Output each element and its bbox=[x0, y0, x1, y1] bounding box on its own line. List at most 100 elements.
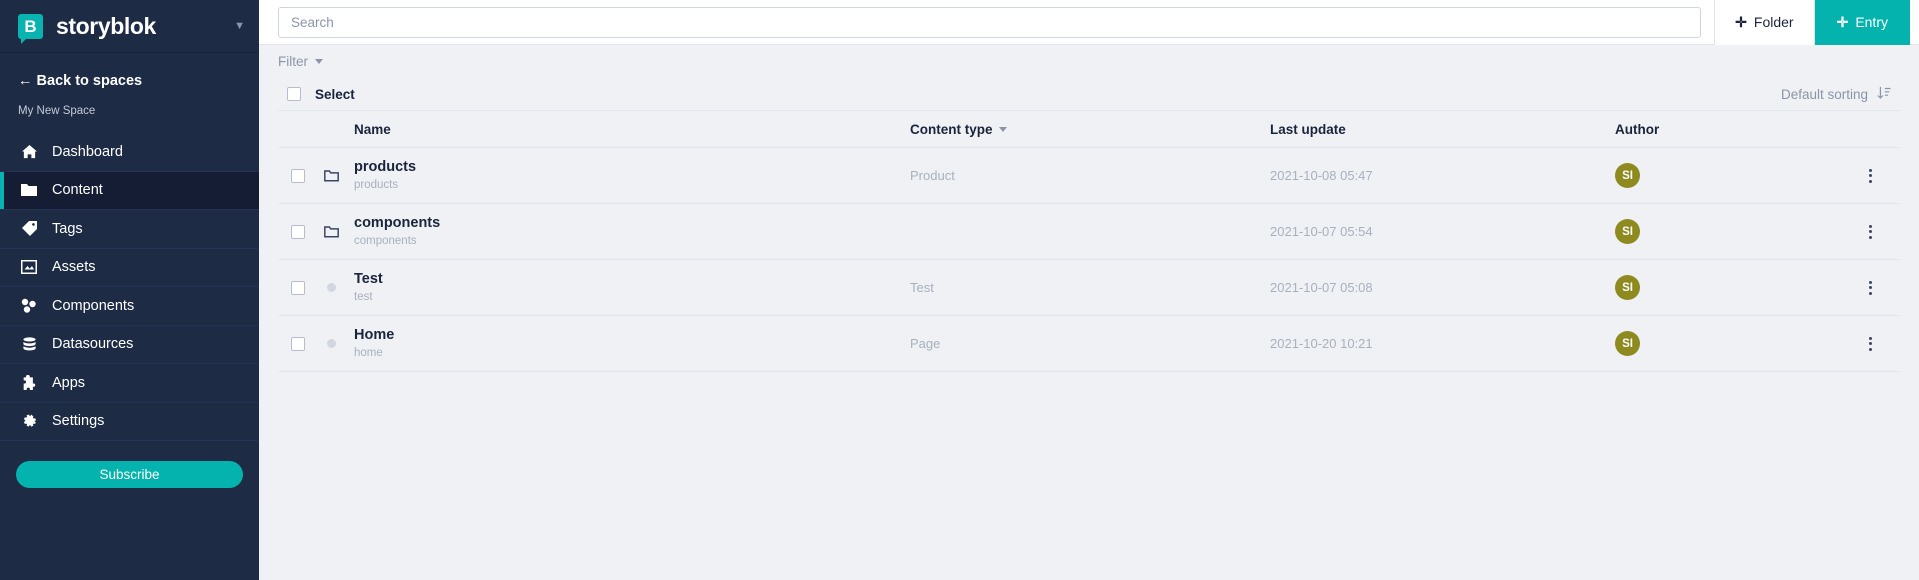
database-icon bbox=[18, 337, 40, 352]
storyblok-logo-icon: B bbox=[18, 14, 43, 39]
folder-icon bbox=[18, 183, 40, 197]
row-checkbox[interactable] bbox=[291, 281, 305, 295]
sidebar-label-assets: Assets bbox=[52, 259, 96, 275]
filter-label: Filter bbox=[278, 54, 308, 69]
folder-icon bbox=[318, 225, 344, 238]
table-row[interactable]: Test test Test 2021-10-07 05:08 SI bbox=[278, 260, 1900, 316]
puzzle-icon bbox=[18, 375, 40, 390]
sidebar-item-dashboard[interactable]: Dashboard bbox=[0, 133, 259, 172]
row-name-cell: Test test bbox=[344, 270, 910, 305]
search-input[interactable] bbox=[278, 7, 1701, 38]
add-entry-label: Entry bbox=[1855, 14, 1888, 30]
row-checkbox[interactable] bbox=[291, 169, 305, 183]
add-entry-button[interactable]: ✛ Entry bbox=[1815, 0, 1910, 45]
row-actions-menu-icon[interactable] bbox=[1864, 164, 1877, 188]
row-checkbox-cell bbox=[278, 337, 318, 351]
row-checkbox-cell bbox=[278, 281, 318, 295]
status-dot-icon bbox=[318, 283, 344, 292]
row-title: Test bbox=[354, 270, 910, 290]
sorting-control[interactable]: Default sorting bbox=[1781, 86, 1891, 103]
header-content-type[interactable]: Content type bbox=[910, 122, 1270, 137]
subscribe-container: Subscribe bbox=[0, 441, 259, 488]
sidebar-item-settings[interactable]: Settings bbox=[0, 403, 259, 442]
row-last-update: 2021-10-20 10:21 bbox=[1270, 336, 1615, 351]
sidebar-item-apps[interactable]: Apps bbox=[0, 364, 259, 403]
folder-icon bbox=[318, 169, 344, 182]
row-slug: home bbox=[354, 346, 910, 362]
gear-icon bbox=[18, 414, 40, 429]
row-actions-menu-icon[interactable] bbox=[1864, 220, 1877, 244]
sidebar-header[interactable]: B storyblok ▼ bbox=[0, 0, 259, 53]
row-content-type: Product bbox=[910, 168, 1270, 183]
caret-down-icon bbox=[999, 127, 1007, 132]
row-menu-cell bbox=[1840, 276, 1900, 300]
sidebar-nav: Dashboard Content Tags Assets bbox=[0, 133, 259, 441]
header-last-update: Last update bbox=[1270, 122, 1615, 137]
sidebar-item-tags[interactable]: Tags bbox=[0, 210, 259, 249]
row-actions-menu-icon[interactable] bbox=[1864, 332, 1877, 356]
chevron-down-icon[interactable]: ▼ bbox=[234, 20, 245, 32]
filter-dropdown[interactable]: Filter bbox=[278, 54, 323, 69]
avatar: SI bbox=[1615, 163, 1640, 188]
row-author-cell: SI bbox=[1615, 219, 1840, 244]
row-checkbox[interactable] bbox=[291, 337, 305, 351]
select-all-checkbox[interactable] bbox=[287, 87, 301, 101]
app-root: B storyblok ▼ ← Back to spaces My New Sp… bbox=[0, 0, 1919, 580]
space-name: My New Space bbox=[0, 105, 259, 133]
sidebar-label-datasources: Datasources bbox=[52, 336, 133, 352]
row-author-cell: SI bbox=[1615, 331, 1840, 356]
row-author-cell: SI bbox=[1615, 275, 1840, 300]
tag-icon bbox=[18, 221, 40, 236]
plus-icon: ✛ bbox=[1837, 14, 1849, 31]
sorting-label: Default sorting bbox=[1781, 87, 1868, 102]
row-title: components bbox=[354, 214, 910, 234]
table-row[interactable]: components components 2021-10-07 05:54 S… bbox=[278, 204, 1900, 260]
row-menu-cell bbox=[1840, 332, 1900, 356]
sidebar: B storyblok ▼ ← Back to spaces My New Sp… bbox=[0, 0, 259, 580]
row-menu-cell bbox=[1840, 164, 1900, 188]
chevron-down-icon bbox=[315, 59, 323, 64]
row-checkbox-cell bbox=[278, 169, 318, 183]
row-content-type: Test bbox=[910, 280, 1270, 295]
image-icon bbox=[18, 260, 40, 274]
select-all-label: Select bbox=[315, 87, 355, 102]
sidebar-label-apps: Apps bbox=[52, 375, 85, 391]
header-author: Author bbox=[1615, 122, 1840, 137]
row-last-update: 2021-10-07 05:08 bbox=[1270, 280, 1615, 295]
top-toolbar: ✛ Folder ✛ Entry bbox=[259, 0, 1919, 45]
row-name-cell: components components bbox=[344, 214, 910, 249]
sidebar-label-content: Content bbox=[52, 182, 103, 198]
row-checkbox[interactable] bbox=[291, 225, 305, 239]
row-slug: test bbox=[354, 290, 910, 306]
row-last-update: 2021-10-07 05:54 bbox=[1270, 224, 1615, 239]
table-header-row: Name Content type Last update Author bbox=[278, 111, 1900, 148]
logo-letter: B bbox=[24, 18, 36, 35]
status-dot-icon bbox=[318, 339, 344, 348]
sidebar-item-datasources[interactable]: Datasources bbox=[0, 326, 259, 365]
table-row[interactable]: Home home Page 2021-10-20 10:21 SI bbox=[278, 316, 1900, 372]
sidebar-label-dashboard: Dashboard bbox=[52, 144, 123, 160]
brand-name: storyblok bbox=[56, 13, 156, 40]
sidebar-item-components[interactable]: Components bbox=[0, 287, 259, 326]
row-content-type: Page bbox=[910, 336, 1270, 351]
add-folder-label: Folder bbox=[1754, 14, 1794, 30]
back-to-spaces-link[interactable]: ← Back to spaces bbox=[0, 53, 259, 105]
header-name: Name bbox=[344, 122, 910, 137]
sidebar-item-content[interactable]: Content bbox=[0, 172, 259, 211]
avatar: SI bbox=[1615, 275, 1640, 300]
main-panel: ✛ Folder ✛ Entry Filter Select Default s… bbox=[259, 0, 1919, 580]
avatar: SI bbox=[1615, 331, 1640, 356]
row-menu-cell bbox=[1840, 220, 1900, 244]
subscribe-button[interactable]: Subscribe bbox=[16, 461, 243, 488]
table-row[interactable]: products products Product 2021-10-08 05:… bbox=[278, 148, 1900, 204]
avatar: SI bbox=[1615, 219, 1640, 244]
add-folder-button[interactable]: ✛ Folder bbox=[1714, 0, 1814, 45]
row-title: Home bbox=[354, 326, 910, 346]
sort-descending-icon bbox=[1877, 86, 1891, 103]
content-area: Select Default sorting Name Content type… bbox=[259, 78, 1919, 580]
select-all-row: Select Default sorting bbox=[278, 78, 1900, 111]
row-name-cell: Home home bbox=[344, 326, 910, 361]
row-actions-menu-icon[interactable] bbox=[1864, 276, 1877, 300]
filter-bar: Filter bbox=[259, 45, 1919, 78]
sidebar-item-assets[interactable]: Assets bbox=[0, 249, 259, 288]
